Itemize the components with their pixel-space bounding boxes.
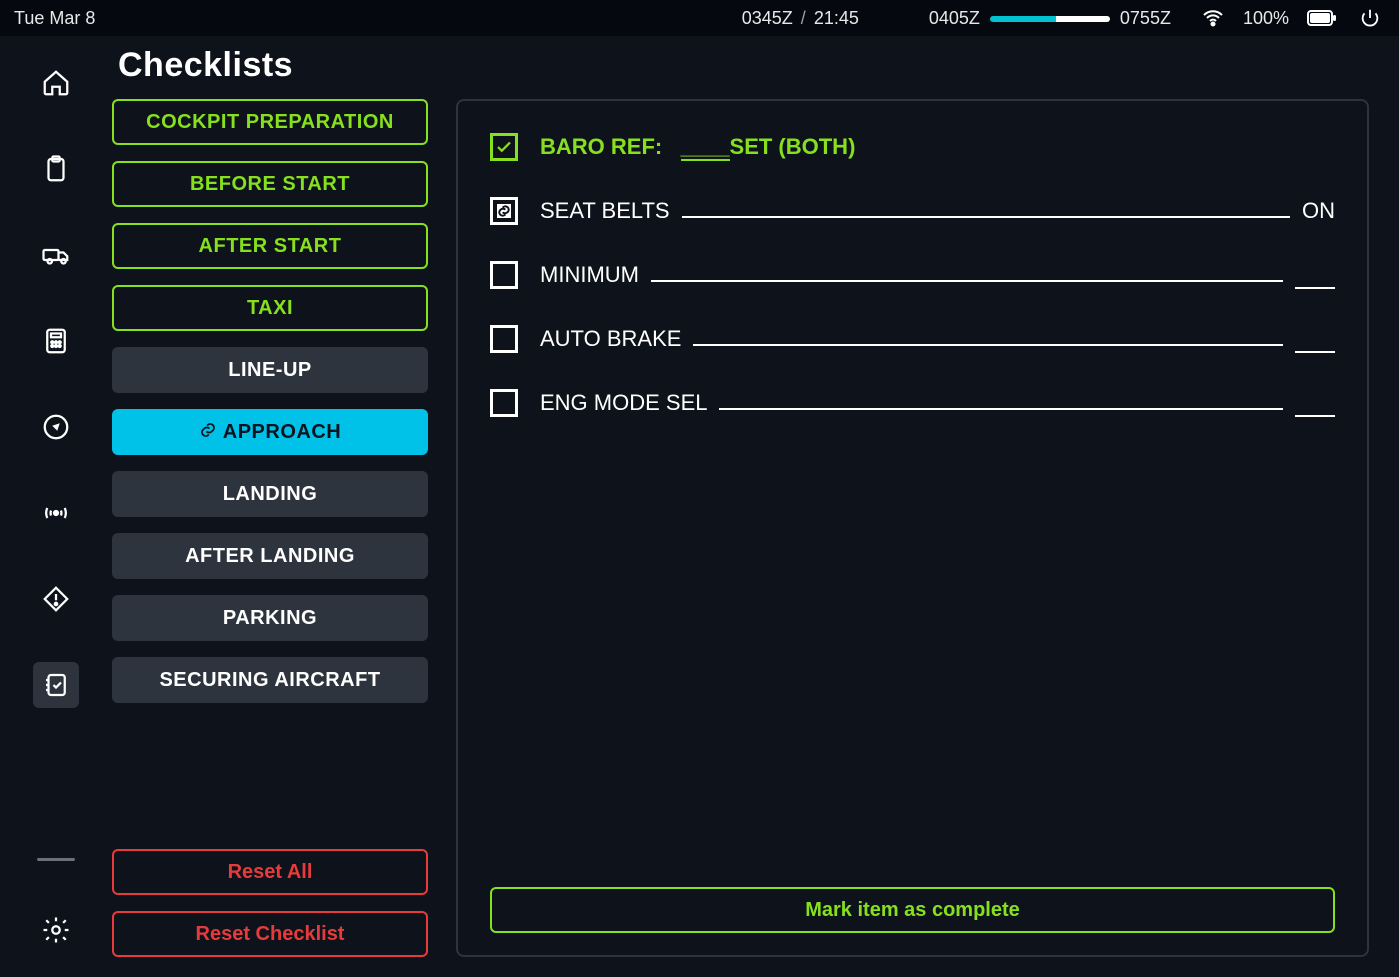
status-battery-pct: 100% xyxy=(1243,8,1289,29)
sidebar-separator xyxy=(37,858,75,861)
mark-complete-button[interactable]: Mark item as complete xyxy=(490,887,1335,933)
item-divider-line xyxy=(651,280,1283,282)
status-date: Tue Mar 8 xyxy=(14,8,95,29)
nav-settings-icon[interactable] xyxy=(33,907,79,953)
item-value xyxy=(1295,261,1335,289)
checkbox-empty-icon xyxy=(490,261,518,289)
nav-compass-icon[interactable] xyxy=(33,404,79,450)
checklist-after-landing[interactable]: AFTER LANDING xyxy=(112,533,428,579)
status-local-time: 21:45 xyxy=(814,8,859,29)
battery-icon xyxy=(1307,10,1337,26)
item-label: ENG MODE SEL xyxy=(540,390,707,416)
checklist-landing[interactable]: LANDING xyxy=(112,471,428,517)
status-bar: Tue Mar 8 0345Z / 21:45 0405Z 0755Z 100% xyxy=(0,0,1399,36)
checklist-after-start[interactable]: AFTER START xyxy=(112,223,428,269)
reset-checklist-button[interactable]: Reset Checklist xyxy=(112,911,428,957)
status-separator: / xyxy=(801,8,806,29)
nav-clipboard-icon[interactable] xyxy=(33,146,79,192)
item-divider-line xyxy=(682,216,1290,218)
checkbox-empty-icon xyxy=(490,325,518,353)
checklist-item[interactable]: SEAT BELTS ON xyxy=(490,197,1335,225)
checklist-item[interactable]: ENG MODE SEL xyxy=(490,389,1335,417)
checklist-taxi[interactable]: TAXI xyxy=(112,285,428,331)
item-value xyxy=(1295,389,1335,417)
checkbox-checked-icon xyxy=(490,133,518,161)
sidebar xyxy=(0,36,112,977)
checklist-list: COCKPIT PREPARATION BEFORE START AFTER S… xyxy=(112,99,428,957)
status-progress-bar xyxy=(990,16,1110,22)
page-title: Checklists xyxy=(118,46,1369,85)
status-utc: 0345Z xyxy=(742,8,793,29)
item-divider-line xyxy=(693,344,1283,346)
checklist-item[interactable]: AUTO BRAKE xyxy=(490,325,1335,353)
wifi-icon xyxy=(1201,6,1225,30)
link-icon xyxy=(199,421,217,445)
nav-checklist-icon[interactable] xyxy=(33,662,79,708)
checklist-line-up[interactable]: LINE-UP xyxy=(112,347,428,393)
item-label: BARO REF: ____SET (BOTH) xyxy=(540,134,855,160)
nav-truck-icon[interactable] xyxy=(33,232,79,278)
nav-home-icon[interactable] xyxy=(33,60,79,106)
checklist-cockpit-preparation[interactable]: COCKPIT PREPARATION xyxy=(112,99,428,145)
checklist-item[interactable]: MINIMUM xyxy=(490,261,1335,289)
checklist-before-start[interactable]: BEFORE START xyxy=(112,161,428,207)
status-flight-end: 0755Z xyxy=(1120,8,1171,29)
checklist-parking[interactable]: PARKING xyxy=(112,595,428,641)
item-value xyxy=(1295,325,1335,353)
item-label: SEAT BELTS xyxy=(540,198,670,224)
item-label: AUTO BRAKE xyxy=(540,326,681,352)
checklist-securing-aircraft[interactable]: SECURING AIRCRAFT xyxy=(112,657,428,703)
item-divider-line xyxy=(719,408,1283,410)
checkbox-linked-icon xyxy=(490,197,518,225)
reset-all-button[interactable]: Reset All xyxy=(112,849,428,895)
checklist-approach[interactable]: APPROACH xyxy=(112,409,428,455)
status-flight-start: 0405Z xyxy=(929,8,980,29)
power-icon[interactable] xyxy=(1359,7,1381,29)
checklist-items-panel: BARO REF: ____SET (BOTH) SEAT BELTS ON xyxy=(456,99,1369,957)
checklist-item[interactable]: BARO REF: ____SET (BOTH) xyxy=(490,133,1335,161)
nav-warning-icon[interactable] xyxy=(33,576,79,622)
nav-radio-icon[interactable] xyxy=(33,490,79,536)
nav-calculator-icon[interactable] xyxy=(33,318,79,364)
item-value: ON xyxy=(1302,198,1335,224)
checkbox-empty-icon xyxy=(490,389,518,417)
item-label: MINIMUM xyxy=(540,262,639,288)
